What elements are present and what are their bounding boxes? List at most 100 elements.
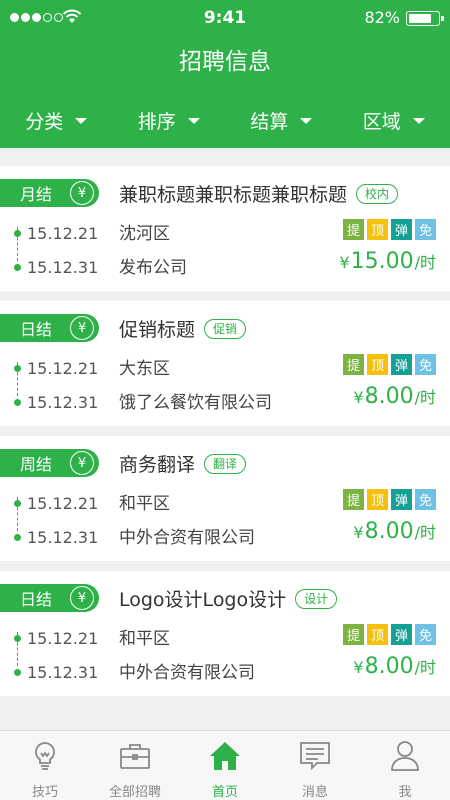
- category-tag: 校内: [356, 183, 399, 204]
- job-title-text: 兼职标题兼职标题兼职标题: [119, 184, 348, 206]
- caret-down-icon: [187, 118, 200, 124]
- district: 和平区: [119, 494, 170, 514]
- tab-home[interactable]: 首页: [180, 731, 270, 800]
- wage: ¥ 15.00 /时: [339, 249, 436, 274]
- timeline-dot: [14, 263, 21, 271]
- filter-label: 分类: [25, 110, 64, 133]
- pay-type-label: 周结: [20, 455, 53, 474]
- job-badge: 弹: [391, 624, 412, 645]
- company-name: 发布公司: [119, 258, 187, 278]
- category-tag: 促销: [204, 318, 247, 339]
- job-badge: 弹: [391, 219, 412, 240]
- pay-type-label: 月结: [20, 185, 53, 204]
- wage-unit: /时: [414, 388, 436, 407]
- job-title: 商务翻译 翻译: [119, 450, 247, 477]
- job-badge: 提: [343, 489, 364, 510]
- job-badge: 顶: [367, 354, 388, 375]
- wage-unit: /时: [414, 658, 436, 677]
- page-title: 招聘信息: [179, 49, 271, 75]
- date-range: 15.12.21 15.12.31: [14, 216, 98, 284]
- job-card[interactable]: 月结 ¥ 兼职标题兼职标题兼职标题 校内 15.12.21 15.12.31 沈…: [0, 166, 450, 291]
- tab-label: 我: [398, 785, 412, 800]
- end-date: 15.12.31: [27, 527, 99, 547]
- job-list: 月结 ¥ 兼职标题兼职标题兼职标题 校内 15.12.21 15.12.31 沈…: [0, 166, 450, 706]
- start-date: 15.12.21: [27, 493, 99, 513]
- end-date: 15.12.31: [27, 662, 99, 682]
- district: 大东区: [119, 359, 170, 379]
- district: 和平区: [119, 629, 170, 649]
- currency-symbol: ¥: [353, 658, 364, 677]
- tab-message[interactable]: 消息: [270, 731, 360, 800]
- caret-down-icon: [300, 118, 313, 124]
- badge-group: 提顶弹免: [343, 624, 436, 645]
- filter-dropdown-2[interactable]: 结算: [225, 100, 338, 140]
- category-tag: 设计: [295, 588, 338, 609]
- job-badge: 免: [415, 219, 436, 240]
- timeline-dot: [14, 364, 21, 372]
- wage-amount: 8.00: [364, 519, 414, 544]
- timeline-dot: [14, 668, 21, 676]
- tab-briefcase[interactable]: 全部招聘: [90, 731, 180, 800]
- timeline-dot: [14, 634, 21, 642]
- date-range: 15.12.21 15.12.31: [14, 486, 98, 554]
- district: 沈河区: [119, 224, 170, 244]
- filter-label: 排序: [137, 110, 176, 133]
- company-name: 中外合资有限公司: [119, 528, 255, 548]
- yen-icon: ¥: [70, 586, 94, 610]
- person-icon: [388, 739, 422, 777]
- tab-person[interactable]: 我: [360, 731, 450, 800]
- job-card[interactable]: 周结 ¥ 商务翻译 翻译 15.12.21 15.12.31 和平区 中外合资有…: [0, 436, 450, 561]
- filter-dropdown-1[interactable]: 排序: [113, 100, 226, 140]
- wage: ¥ 8.00 /时: [353, 384, 436, 409]
- tab-lightbulb[interactable]: 技巧: [0, 731, 90, 800]
- currency-symbol: ¥: [353, 523, 364, 542]
- timeline-dot: [14, 398, 21, 406]
- yen-icon: ¥: [70, 451, 94, 475]
- caret-down-icon: [412, 118, 425, 124]
- pay-type-label: 日结: [20, 590, 53, 609]
- company-name: 中外合资有限公司: [119, 663, 255, 683]
- yen-icon: ¥: [70, 316, 94, 340]
- job-badge: 顶: [367, 624, 388, 645]
- wage-amount: 15.00: [350, 249, 414, 274]
- filter-dropdown-3[interactable]: 区域: [338, 100, 450, 140]
- wage-amount: 8.00: [364, 654, 414, 679]
- job-badge: 顶: [367, 219, 388, 240]
- job-title: 促销标题 促销: [119, 315, 247, 342]
- job-badge: 提: [343, 354, 364, 375]
- pay-type-label: 日结: [20, 320, 53, 339]
- job-title-text: 商务翻译: [119, 454, 196, 476]
- job-title: Logo设计Logo设计 设计: [119, 585, 338, 612]
- job-badge: 弹: [391, 354, 412, 375]
- job-card[interactable]: 日结 ¥ Logo设计Logo设计 设计 15.12.21 15.12.31 和…: [0, 571, 450, 696]
- date-range: 15.12.21 15.12.31: [14, 621, 98, 689]
- end-date: 15.12.31: [27, 392, 99, 412]
- job-badge: 弹: [391, 489, 412, 510]
- wage: ¥ 8.00 /时: [353, 519, 436, 544]
- tab-label: 首页: [211, 785, 238, 800]
- job-card[interactable]: 日结 ¥ 促销标题 促销 15.12.21 15.12.31 大东区 饿了么餐饮…: [0, 301, 450, 426]
- pay-type-tag: 日结 ¥: [0, 584, 99, 612]
- currency-symbol: ¥: [339, 253, 350, 272]
- filter-label: 结算: [250, 110, 289, 133]
- wage-unit: /时: [414, 523, 436, 542]
- timeline-dot: [14, 533, 21, 541]
- category-tag: 翻译: [204, 453, 247, 474]
- tab-label: 技巧: [31, 785, 58, 800]
- filter-bar: 分类 排序 结算 区域: [0, 100, 450, 140]
- tab-label: 消息: [301, 785, 328, 800]
- caret-down-icon: [75, 118, 88, 124]
- tab-bar: 技巧 全部招聘 首页 消息 我: [0, 730, 450, 800]
- filter-label: 区域: [362, 110, 401, 133]
- message-icon: [298, 739, 332, 777]
- pay-type-tag: 月结 ¥: [0, 179, 99, 207]
- job-badge: 免: [415, 624, 436, 645]
- timeline-dot: [14, 229, 21, 237]
- start-date: 15.12.21: [27, 223, 99, 243]
- start-date: 15.12.21: [27, 358, 99, 378]
- battery-icon: [406, 11, 444, 26]
- job-badge: 免: [415, 354, 436, 375]
- home-icon: [208, 739, 242, 777]
- job-badge: 提: [343, 624, 364, 645]
- filter-dropdown-0[interactable]: 分类: [0, 100, 113, 140]
